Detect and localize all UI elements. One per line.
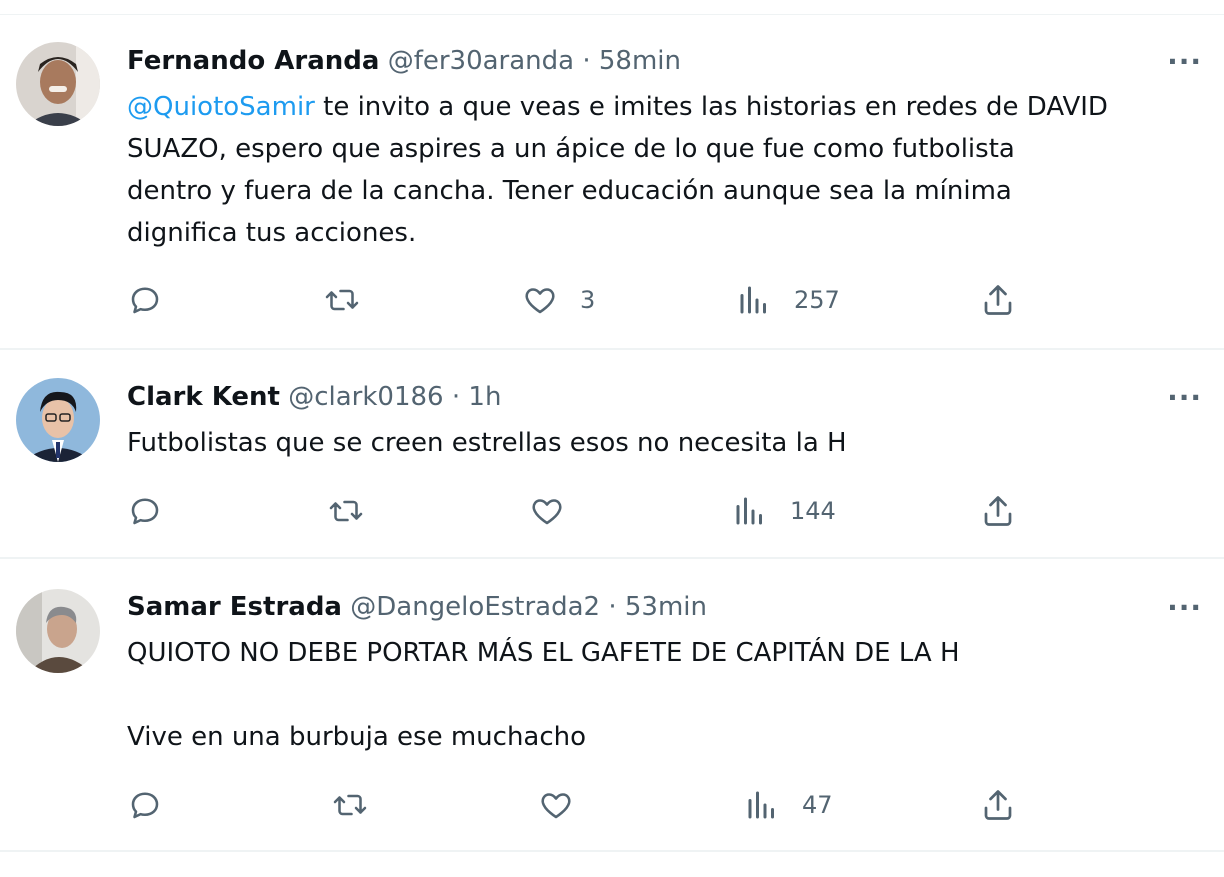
- retweet-icon: [329, 500, 363, 522]
- tweet-text: Futbolistas que se creen estrellas esos …: [127, 428, 847, 458]
- tweet-text: @QuiotoSamir te invito a que veas e imit…: [127, 86, 1207, 254]
- tweet-2[interactable]: Clark Kent @clark0186 · 1h ··· Futbolist…: [0, 350, 1224, 559]
- heart-icon: [525, 288, 555, 314]
- like-button[interactable]: [538, 787, 596, 823]
- view-count: 257: [794, 286, 840, 314]
- retweet-button[interactable]: [328, 493, 364, 529]
- views-icon: [740, 286, 766, 314]
- avatar[interactable]: [16, 378, 100, 462]
- retweet-icon: [333, 794, 367, 816]
- view-count: 47: [802, 791, 833, 819]
- avatar[interactable]: [16, 589, 100, 673]
- reply-button[interactable]: [127, 787, 163, 823]
- separator: ·: [451, 382, 461, 412]
- retweet-icon: [325, 289, 359, 311]
- timestamp[interactable]: 1h: [468, 382, 501, 412]
- handle[interactable]: @clark0186: [288, 382, 443, 412]
- retweet-button[interactable]: [324, 282, 360, 318]
- tweet-3[interactable]: Samar Estrada @DangeloEstrada2 · 53min ·…: [0, 559, 1224, 852]
- share-button[interactable]: [980, 282, 1016, 318]
- display-name[interactable]: Fernando Aranda: [127, 46, 379, 76]
- heart-icon: [532, 499, 562, 525]
- avatar[interactable]: [16, 42, 100, 126]
- share-button[interactable]: [980, 787, 1016, 823]
- reply-icon: [131, 498, 159, 525]
- timestamp[interactable]: 53min: [625, 592, 707, 622]
- reply-icon: [131, 792, 159, 819]
- handle[interactable]: @DangeloEstrada2: [350, 592, 600, 622]
- separator: ·: [582, 46, 591, 76]
- more-options-button[interactable]: ···: [1167, 48, 1202, 76]
- tweet-header: Clark Kent @clark0186 · 1h: [127, 380, 501, 414]
- handle[interactable]: @fer30aranda: [388, 46, 574, 76]
- share-button[interactable]: [980, 493, 1016, 529]
- mention-link[interactable]: @QuiotoSamir: [127, 92, 315, 122]
- tweet-1[interactable]: Fernando Aranda @fer30aranda · 58min ···…: [0, 14, 1224, 350]
- like-button[interactable]: 3: [522, 282, 595, 318]
- views-icon: [736, 497, 762, 525]
- avatar-photo: [16, 589, 100, 673]
- timestamp[interactable]: 58min: [599, 46, 681, 76]
- share-icon: [984, 496, 1012, 526]
- tweet-header: Fernando Aranda @fer30aranda · 58min: [127, 44, 681, 78]
- view-count: 144: [790, 497, 836, 525]
- more-options-button[interactable]: ···: [1167, 384, 1202, 412]
- retweet-button[interactable]: [332, 787, 368, 823]
- views-button[interactable]: 47: [744, 787, 833, 823]
- separator: ·: [608, 592, 617, 622]
- like-count: 3: [580, 286, 596, 314]
- heart-icon: [541, 793, 571, 819]
- avatar-photo: [16, 378, 100, 462]
- views-icon: [748, 791, 774, 819]
- reply-icon: [131, 287, 159, 314]
- display-name[interactable]: Samar Estrada: [127, 592, 342, 622]
- tweet-header: Samar Estrada @DangeloEstrada2 · 53min: [127, 590, 707, 624]
- display-name[interactable]: Clark Kent: [127, 382, 280, 412]
- tweet-text: QUIOTO NO DEBE PORTAR MÁS EL GAFETE DE C…: [127, 638, 960, 752]
- reply-button[interactable]: [127, 282, 163, 318]
- avatar-photo: [16, 42, 100, 126]
- reply-button[interactable]: [127, 493, 163, 529]
- like-button[interactable]: [529, 493, 587, 529]
- views-button[interactable]: 257: [736, 282, 840, 318]
- feed-top-divider: [0, 0, 1224, 15]
- share-icon: [984, 285, 1012, 315]
- views-button[interactable]: 144: [732, 493, 836, 529]
- share-icon: [984, 790, 1012, 820]
- more-options-button[interactable]: ···: [1167, 594, 1202, 622]
